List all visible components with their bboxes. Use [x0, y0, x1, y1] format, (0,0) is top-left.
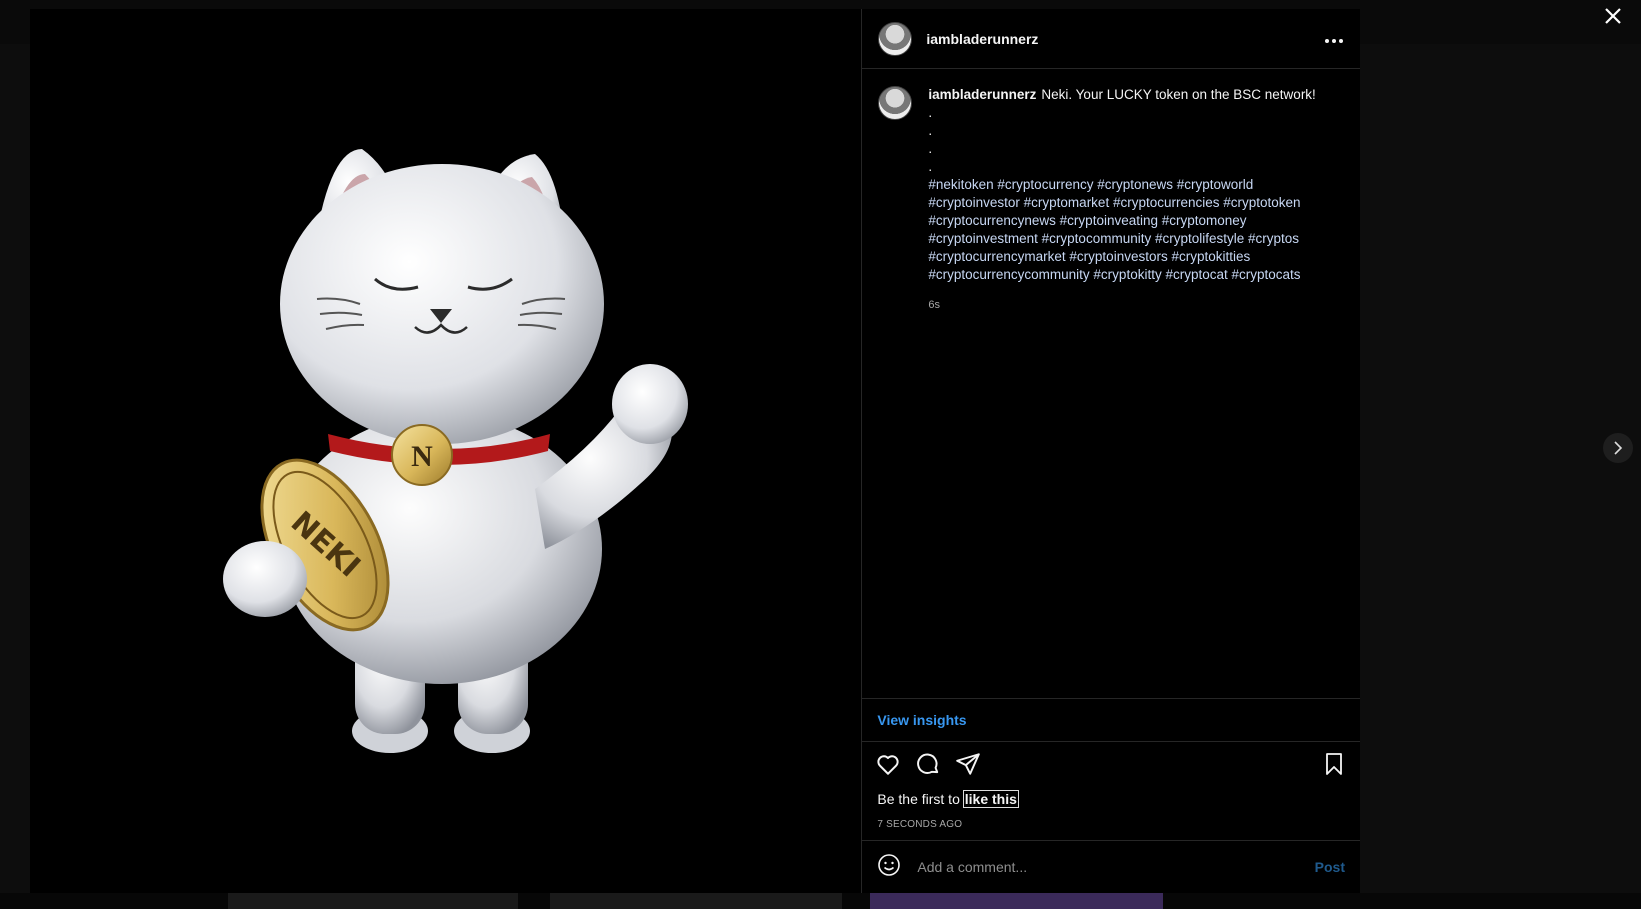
like-button[interactable]	[874, 750, 902, 778]
caption-dot: .	[928, 159, 933, 174]
comment-icon	[917, 753, 939, 774]
caption-body: iambladerunnerz Neki. Your LUCKY token on…	[928, 86, 1328, 314]
post-dialog: N NEKI iambladerunnerz iambladerunnerz N…	[30, 9, 1360, 893]
bookmark-icon	[1326, 753, 1342, 775]
lucky-cat-image: N NEKI	[223, 149, 688, 753]
header-username[interactable]: iambladerunnerz	[926, 31, 1038, 47]
close-icon	[1605, 8, 1621, 24]
action-bar	[862, 744, 1360, 784]
like-this-link[interactable]: like this	[962, 790, 1019, 808]
close-button[interactable]	[1599, 2, 1627, 30]
caption: iambladerunnerz Neki. Your LUCKY token on…	[878, 86, 1344, 314]
likes-text: Be the first to like this	[877, 790, 1019, 808]
chevron-right-icon	[1614, 441, 1623, 455]
heart-icon	[877, 755, 899, 775]
comment-input[interactable]	[915, 858, 1315, 876]
caption-avatar[interactable]	[878, 86, 913, 120]
next-post-button[interactable]	[1603, 433, 1633, 463]
emoji-icon	[878, 853, 901, 876]
view-insights-link[interactable]: View insights	[877, 712, 966, 728]
insights-row: View insights	[862, 698, 1360, 742]
more-options-button[interactable]	[1324, 27, 1344, 50]
caption-dot: .	[928, 141, 933, 156]
comment-bar: Post	[862, 840, 1360, 893]
likes-prefix: Be the first to	[877, 791, 964, 807]
post-image: N NEKI	[30, 9, 862, 893]
caption-username[interactable]: iambladerunnerz	[928, 87, 1036, 102]
more-horizontal-icon	[1325, 39, 1343, 43]
emoji-button[interactable]	[877, 853, 901, 882]
avatar[interactable]	[878, 21, 913, 56]
caption-dot: .	[928, 123, 933, 138]
caption-dot: .	[928, 105, 933, 120]
post-side-panel: iambladerunnerz iambladerunnerz Neki. You…	[861, 9, 1360, 893]
caption-hashtags[interactable]: #nekitoken #cryptocurrency #cryptonews #…	[928, 177, 1300, 282]
background-left	[0, 44, 30, 893]
share-button[interactable]	[954, 750, 982, 778]
comments-area: iambladerunnerz Neki. Your LUCKY token on…	[862, 70, 1360, 698]
caption-time[interactable]: 6s	[928, 296, 1328, 314]
caption-text: Neki. Your LUCKY token on the BSC networ…	[1041, 87, 1316, 102]
background-thumbnail	[550, 893, 842, 909]
share-icon	[956, 753, 981, 775]
post-header: iambladerunnerz	[862, 9, 1360, 69]
background-thumbnail	[870, 893, 1163, 909]
background-thumbnail	[228, 893, 518, 909]
comment-button[interactable]	[914, 750, 942, 778]
collar-badge-letter: N	[411, 440, 433, 473]
posted-ago: 7 SECONDS AGO	[877, 819, 963, 830]
post-comment-button[interactable]: Post	[1315, 859, 1345, 875]
save-button[interactable]	[1320, 750, 1348, 778]
background-right	[1360, 44, 1641, 893]
